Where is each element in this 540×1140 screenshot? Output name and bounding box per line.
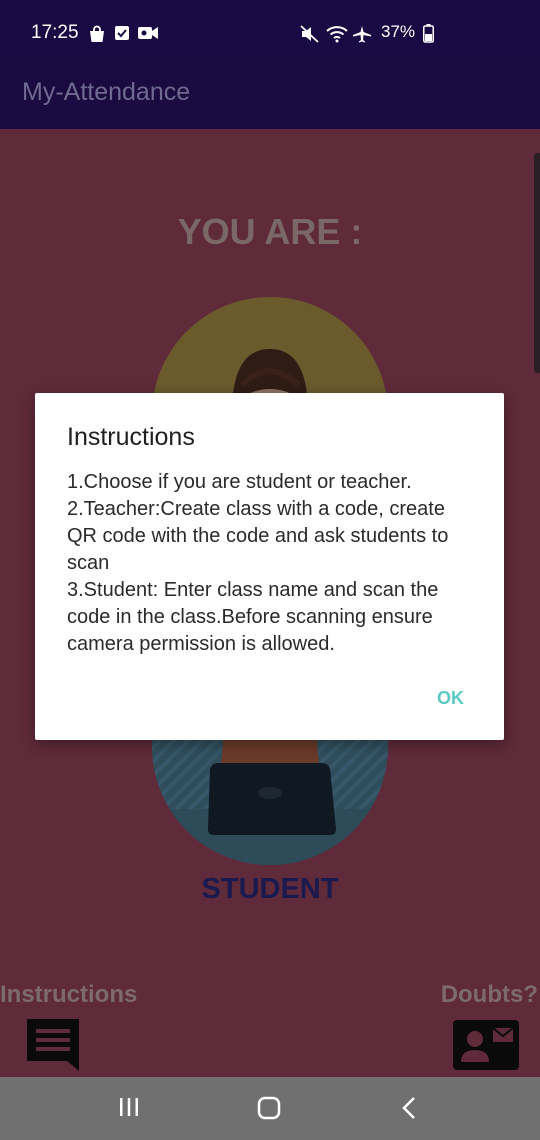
bag-icon [90, 25, 104, 42]
app-bar: My-Attendance [0, 56, 540, 129]
doubts-label: Doubts? [440, 981, 538, 1008]
back-icon[interactable] [399, 1095, 419, 1121]
home-icon[interactable] [256, 1095, 282, 1121]
mute-icon [300, 25, 319, 43]
video-icon [138, 27, 158, 39]
chat-icon[interactable] [25, 1017, 81, 1073]
battery-percent: 37% [381, 22, 416, 41]
recent-apps-icon[interactable] [117, 1095, 141, 1119]
scrollbar[interactable] [534, 153, 540, 373]
instructions-label: Instructions [0, 981, 138, 1008]
status-bar: 17:25 37% [0, 0, 540, 56]
dialog-title: Instructions [67, 423, 195, 451]
airplane-icon [353, 26, 371, 43]
checkbox-icon [115, 26, 129, 40]
contact-mail-icon[interactable] [453, 1020, 519, 1070]
dialog-message: 1.Choose if you are student or teacher. … [67, 471, 449, 655]
app-title: My-Attendance [22, 78, 191, 106]
wifi-icon [326, 26, 348, 43]
navigation-bar [0, 1077, 540, 1140]
status-time: 17:25 [31, 22, 79, 43]
instructions-dialog: Instructions 1.Choose if you are student… [35, 393, 504, 740]
page-heading: YOU ARE : [177, 211, 363, 252]
ok-button[interactable]: OK [437, 688, 464, 709]
battery-icon [423, 24, 434, 43]
student-label: STUDENT [201, 873, 339, 905]
